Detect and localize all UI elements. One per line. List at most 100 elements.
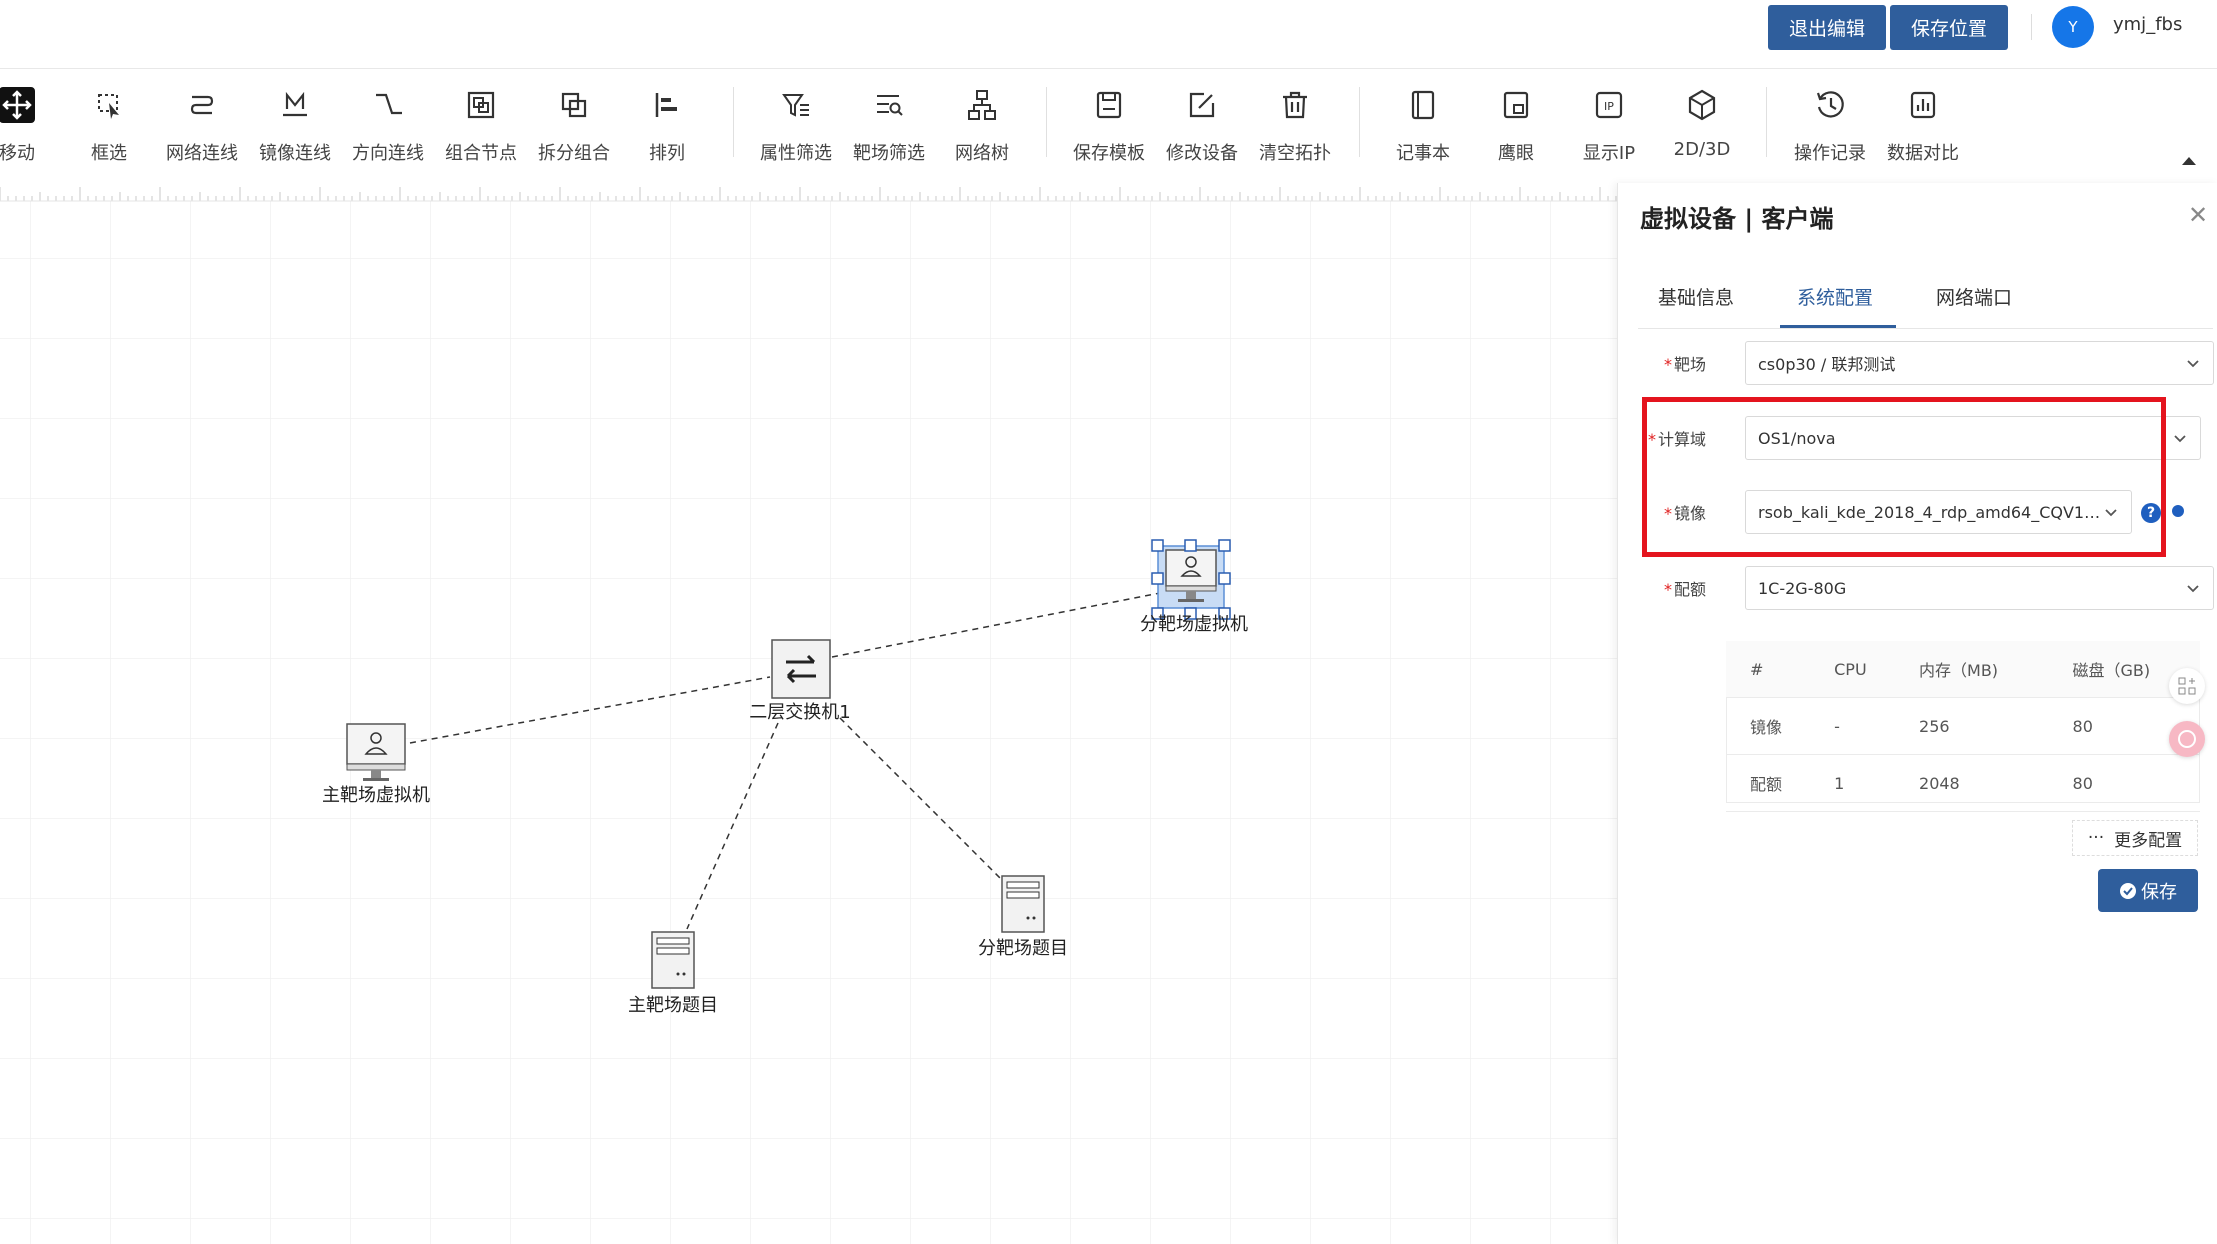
save-label: 保存 (2141, 881, 2177, 903)
range-select[interactable]: cs0p30 / 联邦测试 (1745, 341, 2214, 385)
direction-line-icon (376, 93, 402, 115)
ellipsis-icon: ··· (2087, 828, 2105, 848)
exit-edit-button[interactable]: 退出编辑 (1768, 5, 1886, 50)
save-template-icon (1096, 91, 1122, 119)
main-question-node[interactable] (648, 930, 698, 990)
app-grid-icon[interactable] (2169, 668, 2205, 704)
sub-question-label: 分靶场题目 (978, 938, 1068, 959)
table-cell: 80 (2048, 754, 2200, 812)
sub-question-node[interactable] (998, 874, 1048, 934)
main-vm-label: 主靶场虚拟机 (322, 785, 430, 806)
toolbar: 移动 框选 网络连线 镜像连线 方向连线 组合节点 拆分组合 排列 属性筛选 靶… (0, 68, 2217, 184)
tool-attribute-filter[interactable]: 属性筛选 (749, 85, 843, 175)
username[interactable]: ymj_fbs (2113, 14, 2182, 35)
topology-canvas[interactable]: 分靶场虚拟机 二层交换机1 主靶场虚拟机 主靶场题目 分靶场题目 (0, 183, 1617, 1244)
show-ip-icon: IP (1595, 91, 1623, 119)
tool-data-compare[interactable]: 数据对比 (1876, 85, 1970, 175)
sub-vm-label: 分靶场虚拟机 (1140, 614, 1248, 635)
table-row: 镜像 - 256 80 (1726, 697, 2200, 755)
quota-select[interactable]: 1C-2G-80G (1745, 566, 2214, 610)
tool-notebook[interactable]: 记事本 (1376, 85, 1470, 175)
table-header-row: # CPU 内存（MB) 磁盘（GB) (1726, 641, 2200, 698)
main-question-label: 主靶场题目 (628, 995, 718, 1016)
top-bar: 退出编辑 保存位置 Y ymj_fbs (0, 0, 2217, 68)
tool-clear-topology[interactable]: 清空拓扑 (1248, 85, 1342, 175)
tool-group-node[interactable]: 组合节点 (434, 85, 528, 175)
table-row: 配额 1 2048 80 (1726, 754, 2200, 812)
range-label: * 靶场 (1663, 355, 1706, 374)
quota-label: * 配额 (1663, 580, 1706, 599)
network-tree-icon (968, 90, 996, 120)
view-icon[interactable] (2172, 505, 2184, 517)
tool-label: 鹰眼 (1498, 143, 1534, 164)
switch-node[interactable] (770, 638, 832, 700)
align-icon (655, 93, 677, 117)
table-header: CPU (1810, 641, 1896, 698)
network-line-icon (190, 95, 214, 115)
notebook-icon (1411, 90, 1435, 120)
tab-divider (1638, 328, 2213, 329)
tool-label: 网络连线 (166, 143, 238, 164)
check-circle-icon (2120, 882, 2136, 899)
tool-label: 移动 (0, 143, 35, 164)
tool-network-line[interactable]: 网络连线 (155, 85, 249, 175)
more-config-button[interactable]: ··· 更多配置 (2072, 820, 2198, 856)
tool-direction-line[interactable]: 方向连线 (341, 85, 435, 175)
highlight-box (1642, 397, 2166, 557)
tool-label: 排列 (649, 143, 685, 164)
tool-save-template[interactable]: 保存模板 (1062, 85, 1156, 175)
more-config-label: 更多配置 (2114, 830, 2183, 851)
tool-box-select[interactable]: 框选 (62, 85, 156, 175)
range-filter-icon (877, 95, 903, 116)
main-vm-node[interactable] (343, 720, 409, 786)
table-header: # (1726, 641, 1811, 698)
tool-network-tree[interactable]: 网络树 (935, 85, 1029, 175)
panel-title: 虚拟设备 | 客户端 (1640, 205, 1834, 233)
tool-2d-3d[interactable]: 2D/3D (1655, 85, 1749, 175)
tool-align[interactable]: 排列 (620, 85, 714, 175)
tool-range-filter[interactable]: 靶场筛选 (842, 85, 936, 175)
spec-table: # CPU 内存（MB) 磁盘（GB) 镜像 - 256 80 配额 1 204… (1726, 641, 2200, 812)
tool-mirror-line[interactable]: 镜像连线 (248, 85, 342, 175)
tool-eagle-eye[interactable]: 鹰眼 (1469, 85, 1563, 175)
quota-value: 1C-2G-80G (1758, 578, 1847, 598)
mirror-line-icon (283, 91, 307, 117)
group-node-icon (467, 91, 495, 119)
tab-network-port[interactable]: 网络端口 (1936, 283, 2012, 310)
tool-split-group[interactable]: 拆分组合 (527, 85, 621, 175)
eagle-eye-icon (1503, 91, 1529, 119)
tool-move[interactable]: 移动 (0, 85, 64, 175)
tool-label: 数据对比 (1887, 143, 1959, 164)
toolbar-divider (733, 87, 734, 157)
tool-show-ip[interactable]: IP 显示IP (1562, 85, 1656, 175)
table-cell: 256 (1895, 697, 2049, 755)
toolbar-divider (1046, 87, 1047, 157)
active-tab-indicator (1780, 325, 1896, 328)
svg-text:IP: IP (1604, 100, 1614, 113)
translate-icon[interactable] (2169, 721, 2205, 757)
device-config-panel: 虚拟设备 | 客户端 ✕ 基础信息 系统配置 网络端口 * 靶场 cs0p30 /… (1617, 183, 2217, 1244)
tool-edit-device[interactable]: 修改设备 (1155, 85, 1249, 175)
save-button[interactable]: 保存 (2098, 869, 2198, 912)
tool-label: 网络树 (955, 143, 1009, 164)
tab-system-config[interactable]: 系统配置 (1797, 283, 1873, 310)
collapse-toolbar-icon[interactable] (2182, 157, 2196, 165)
attribute-filter-icon (782, 94, 809, 117)
tool-label: 2D/3D (1673, 139, 1731, 160)
tool-label: 靶场筛选 (853, 143, 925, 164)
tool-history[interactable]: 操作记录 (1783, 85, 1877, 175)
table-header: 内存（MB) (1895, 641, 2049, 698)
close-icon[interactable]: ✕ (2188, 201, 2208, 229)
save-position-button[interactable]: 保存位置 (1890, 5, 2008, 50)
clear-topology-icon (1283, 91, 1307, 119)
chevron-down-icon (2174, 435, 2186, 443)
tab-basic-info[interactable]: 基础信息 (1658, 283, 1734, 310)
avatar[interactable]: Y (2052, 6, 2094, 48)
table-cell: - (1810, 697, 1896, 755)
tool-label: 清空拓扑 (1259, 143, 1331, 164)
cube-icon (1688, 89, 1716, 121)
edit-device-icon (1189, 92, 1215, 118)
split-group-icon (561, 92, 587, 118)
range-value: cs0p30 / 联邦测试 (1758, 355, 1896, 374)
tool-label: 框选 (91, 143, 127, 164)
